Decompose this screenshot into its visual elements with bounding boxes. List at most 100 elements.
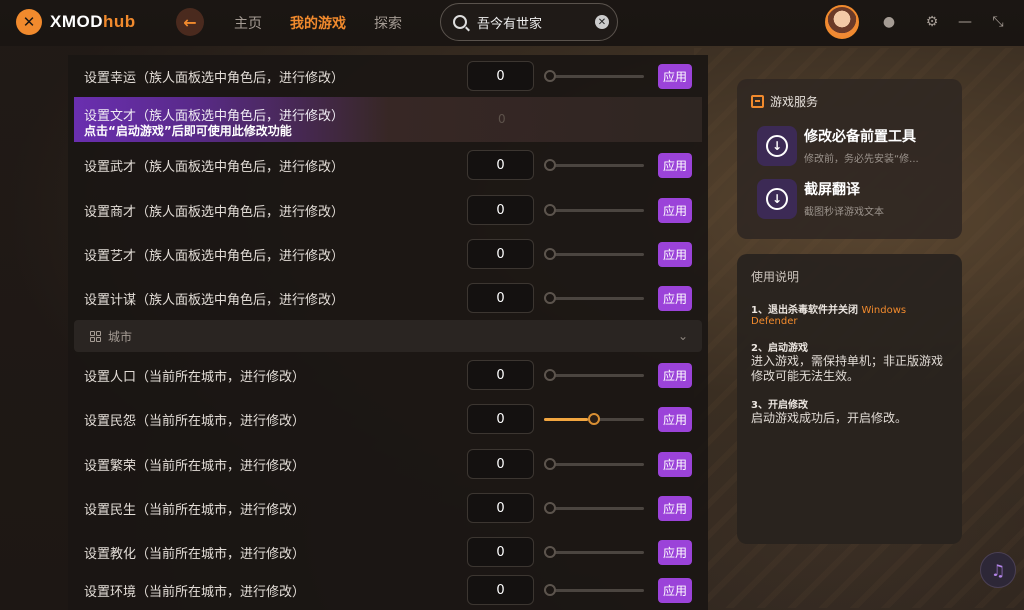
clear-search-icon[interactable]: ✕ (595, 15, 609, 29)
step-body: 进入游戏，需保持单机；非正版游戏修改可能无法生效。 (751, 354, 944, 383)
value-slider[interactable] (544, 248, 644, 260)
main-nav: 主页 我的游戏 探索 (234, 13, 402, 33)
value-slider[interactable] (544, 546, 644, 558)
value-slider[interactable] (544, 413, 644, 425)
mod-label: 设置教化（当前所在城市，进行修改） (84, 546, 306, 562)
mod-label: 设置民生（当前所在城市，进行修改） (84, 502, 306, 518)
tool-title: 截屏翻译 (804, 182, 860, 198)
step-3: 3、开启修改 启动游戏成功后，开启修改。 (751, 396, 948, 426)
value-slider[interactable] (544, 70, 644, 82)
minimize-window-icon[interactable]: — (957, 14, 973, 30)
usage-instructions-card: 使用说明 1、退出杀毒软件并关闭 Windows Defender 2、启动游戏… (737, 254, 962, 544)
value-slider[interactable] (544, 369, 644, 381)
apply-button[interactable]: 应用 (658, 241, 692, 267)
mod-row-environment: 设置环境（当前所在城市，进行修改） 0 应用 (74, 570, 702, 610)
apply-button[interactable]: 应用 (658, 197, 692, 223)
fullscreen-toggle-icon[interactable]: ⤡ (990, 14, 1006, 30)
user-avatar[interactable] (825, 5, 859, 39)
value-input[interactable]: 0 (467, 449, 534, 479)
step-1: 1、退出杀毒软件并关闭 Windows Defender (751, 301, 948, 327)
nav-my-games[interactable]: 我的游戏 (290, 13, 346, 33)
value-input[interactable]: 0 (467, 537, 534, 567)
apply-button[interactable]: 应用 (658, 451, 692, 477)
value-input[interactable]: 0 (467, 239, 534, 269)
nav-home[interactable]: 主页 (234, 13, 262, 33)
mod-label: 设置武才（族人面板选中角色后，进行修改） (84, 159, 345, 175)
value-input[interactable]: 0 (467, 283, 534, 313)
value-input[interactable]: 0 (467, 404, 534, 434)
value-input[interactable]: 0 (467, 575, 534, 605)
disabled-value: 0 (498, 112, 506, 126)
mod-label: 设置幸运（族人面板选中角色后，进行修改） (84, 70, 345, 86)
manual-title: 使用说明 (751, 270, 800, 284)
headset-icon: ♫ (990, 560, 1006, 580)
mod-row-literary-locked: 设置文才（族人面板选中角色后，进行修改） 点击“启动游戏”后即可使用此修改功能 … (74, 97, 702, 142)
arrow-left-icon: ← (183, 12, 197, 32)
mod-row-luck: 设置幸运（族人面板选中角色后，进行修改） 0 应用 (74, 56, 702, 96)
value-slider[interactable] (544, 292, 644, 304)
chevron-down-icon[interactable]: ⌄ (678, 329, 688, 343)
services-header: 游戏服务 (751, 93, 818, 110)
apply-button[interactable]: 应用 (658, 406, 692, 432)
notification-bell-icon[interactable]: ● (881, 14, 897, 30)
section-header-city[interactable]: 城市 ⌄ (74, 320, 702, 352)
apply-button[interactable]: 应用 (658, 577, 692, 603)
tool-subtitle: 修改前，务必先安装“修... (804, 154, 919, 165)
tool-title: 修改必备前置工具 (804, 129, 916, 145)
tool-prerequisite[interactable]: ↓ 修改必备前置工具 修改前，务必先安装“修... (757, 126, 919, 166)
mod-row-martial: 设置武才（族人面板选中角色后，进行修改） 0 应用 (74, 145, 702, 185)
apply-button[interactable]: 应用 (658, 539, 692, 565)
value-input[interactable]: 0 (467, 360, 534, 390)
game-services-card: 游戏服务 ↓ 修改必备前置工具 修改前，务必先安装“修... ↓ 截屏翻译 截图… (737, 79, 962, 239)
value-input[interactable]: 0 (467, 150, 534, 180)
logo-text: XMODhub (50, 12, 136, 31)
value-input[interactable]: 0 (467, 493, 534, 523)
value-input[interactable]: 0 (467, 195, 534, 225)
mod-row-population: 设置人口（当前所在城市，进行修改） 0 应用 (74, 355, 702, 395)
download-icon: ↓ (757, 126, 797, 166)
package-icon (751, 95, 764, 108)
apply-button[interactable]: 应用 (658, 362, 692, 388)
value-slider[interactable] (544, 584, 644, 596)
search-box: ✕ (440, 3, 618, 41)
services-title: 游戏服务 (770, 95, 819, 109)
grid-icon (90, 331, 101, 342)
mod-label: 设置民怨（当前所在城市，进行修改） (84, 413, 306, 429)
value-slider[interactable] (544, 204, 644, 216)
search-input[interactable] (477, 14, 587, 30)
step-heading: 3、开启修改 (751, 400, 808, 411)
mod-row-prosperity: 设置繁荣（当前所在城市，进行修改） 0 应用 (74, 444, 702, 484)
mod-label: 设置商才（族人面板选中角色后，进行修改） (84, 204, 345, 220)
apply-button[interactable]: 应用 (658, 63, 692, 89)
locked-message: 点击“启动游戏”后即可使用此修改功能 (84, 124, 292, 138)
app-logo[interactable]: ✕ XMODhub (16, 9, 136, 35)
mod-row-livelihood: 设置民生（当前所在城市，进行修改） 0 应用 (74, 488, 702, 528)
mod-label: 设置艺才（族人面板选中角色后，进行修改） (84, 248, 345, 264)
step-body: 启动游戏成功后，开启修改。 (751, 411, 908, 425)
support-headset-button[interactable]: ♫ (980, 552, 1016, 588)
nav-explore[interactable]: 探索 (374, 13, 402, 33)
value-input[interactable]: 0 (467, 61, 534, 91)
download-icon: ↓ (757, 179, 797, 219)
value-slider[interactable] (544, 458, 644, 470)
mod-label: 设置人口（当前所在城市，进行修改） (84, 369, 306, 385)
value-slider[interactable] (544, 159, 644, 171)
section-title: 城市 (108, 329, 133, 344)
tool-subtitle: 截图秒译游戏文本 (804, 207, 884, 218)
back-button[interactable]: ← (176, 8, 204, 36)
mod-row-art: 设置艺才（族人面板选中角色后，进行修改） 0 应用 (74, 234, 702, 274)
apply-button[interactable]: 应用 (658, 495, 692, 521)
apply-button[interactable]: 应用 (658, 152, 692, 178)
mod-label: 设置环境（当前所在城市，进行修改） (84, 584, 306, 600)
value-slider[interactable] (544, 502, 644, 514)
logo-icon: ✕ (16, 9, 42, 35)
apply-button[interactable]: 应用 (658, 285, 692, 311)
mod-row-strategy: 设置计谋（族人面板选中角色后，进行修改） 0 应用 (74, 278, 702, 318)
mod-label: 设置计谋（族人面板选中角色后，进行修改） (84, 292, 345, 308)
mod-label: 设置繁荣（当前所在城市，进行修改） (84, 458, 306, 474)
tool-screen-translate[interactable]: ↓ 截屏翻译 截图秒译游戏文本 (757, 179, 884, 219)
search-icon (453, 15, 467, 29)
step-2: 2、启动游戏 进入游戏，需保持单机；非正版游戏修改可能无法生效。 (751, 339, 948, 384)
mod-row-education: 设置教化（当前所在城市，进行修改） 0 应用 (74, 532, 702, 572)
settings-gear-icon[interactable]: ⚙ (924, 14, 940, 30)
